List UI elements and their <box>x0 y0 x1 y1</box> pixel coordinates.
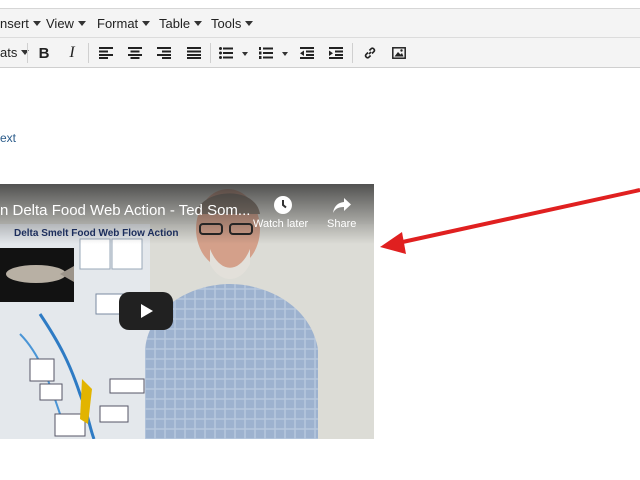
annotation-arrow <box>380 188 640 254</box>
arrow-head-icon <box>380 232 406 254</box>
